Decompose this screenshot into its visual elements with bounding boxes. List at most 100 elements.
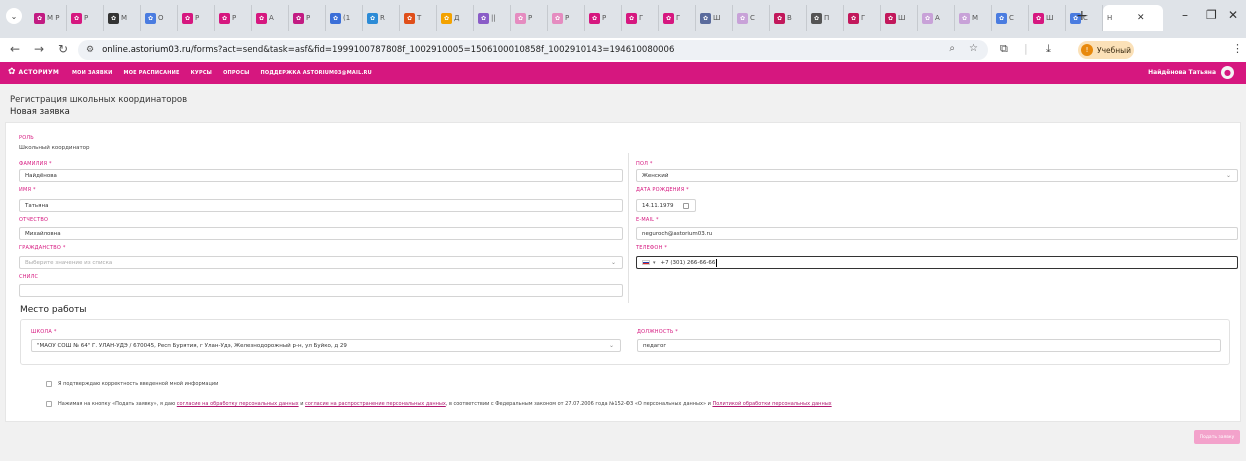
download-icon[interactable]: ⤓ bbox=[1046, 42, 1051, 56]
tab-title: А bbox=[935, 14, 940, 22]
consent-prefix: Нажимая на кнопку «Подать заявку», я даю bbox=[58, 401, 176, 407]
name-label-text: ИМЯ bbox=[19, 187, 32, 193]
gender-select[interactable]: Женский ⌄ bbox=[636, 169, 1238, 182]
citizenship-label: ГРАЖДАНСТВО * bbox=[19, 245, 66, 251]
browser-tab[interactable]: ✿ Р bbox=[548, 5, 585, 31]
menu-courses[interactable]: КУРСЫ bbox=[191, 70, 212, 76]
position-input[interactable]: педагог bbox=[637, 339, 1221, 352]
name-input[interactable]: Татьяна bbox=[19, 199, 623, 212]
zoom-icon[interactable]: ⌕ bbox=[949, 43, 955, 54]
tab-title: (1 bbox=[343, 14, 351, 22]
confirm-row: Я подтверждаю корректность введенной мно… bbox=[46, 381, 218, 387]
browser-tab[interactable]: ✿ Ш bbox=[696, 5, 733, 31]
browser-tab[interactable]: ✿ Р bbox=[585, 5, 622, 31]
new-tab-button[interactable]: + bbox=[1076, 8, 1088, 24]
position-label: ДОЛЖНОСТЬ * bbox=[637, 329, 678, 335]
browser-tab[interactable]: ✿ В bbox=[770, 5, 807, 31]
page-title: Новая заявка bbox=[10, 107, 70, 117]
personal-data-processing-link[interactable]: согласие на обработку персональных данны… bbox=[177, 401, 299, 407]
browser-tab[interactable]: ✿ Г bbox=[622, 5, 659, 31]
tab-favicon-icon: ✿ bbox=[737, 12, 748, 24]
browser-tab[interactable]: ✿ С bbox=[733, 5, 770, 31]
browser-tab[interactable]: ✿ || bbox=[474, 5, 511, 31]
extensions-icon[interactable]: ⧉ bbox=[1000, 42, 1008, 56]
tab-title: П bbox=[824, 14, 830, 22]
browser-tab[interactable]: ✿ Ш bbox=[1029, 5, 1066, 31]
snils-input[interactable] bbox=[19, 284, 623, 297]
email-input[interactable]: neguroch@astorium03.ru bbox=[636, 227, 1238, 240]
user-name: Найдёнова Татьяна bbox=[1148, 69, 1216, 76]
tab-favicon-icon: ✿ bbox=[663, 12, 674, 24]
browser-tab[interactable]: ✿ М Р bbox=[30, 5, 67, 31]
calendar-icon[interactable] bbox=[683, 203, 689, 209]
restore-icon[interactable]: ❐ bbox=[1206, 8, 1217, 22]
confirm-checkbox[interactable] bbox=[46, 381, 52, 387]
tab-title: Ш bbox=[1046, 14, 1054, 22]
email-label-text: E-MAIL bbox=[636, 217, 655, 223]
tab-favicon-icon: ✿ bbox=[811, 12, 822, 24]
browser-tab[interactable]: ✿ А bbox=[918, 5, 955, 31]
tab-title: Г bbox=[639, 14, 644, 22]
tab-favicon-icon: ✿ bbox=[478, 12, 489, 24]
breadcrumb: Регистрация школьных координаторов bbox=[10, 95, 188, 105]
profile-chip[interactable]: ! Учебный bbox=[1078, 41, 1134, 59]
browser-tab[interactable]: ✿ П bbox=[807, 5, 844, 31]
phone-label: ТЕЛЕФОН * bbox=[636, 245, 667, 251]
citizenship-select[interactable]: Выберите значение из списка ⌄ bbox=[19, 256, 623, 269]
privacy-policy-link[interactable]: Политикой обработки персональных данных bbox=[712, 401, 831, 407]
browser-tab[interactable]: ✿ М bbox=[104, 5, 141, 31]
required-mark: * bbox=[32, 187, 36, 193]
birthdate-label: ДАТА РОЖДЕНИЯ * bbox=[636, 187, 689, 193]
browser-tab[interactable]: ✿ Г bbox=[844, 5, 881, 31]
menu-my-applications[interactable]: МОИ ЗАЯВКИ bbox=[72, 70, 113, 76]
tab-close-icon[interactable]: ✕ bbox=[1137, 13, 1145, 23]
back-arrow-icon[interactable]: ← bbox=[10, 42, 20, 56]
browser-tab[interactable]: ✿ Р bbox=[215, 5, 252, 31]
submit-button[interactable]: Подать заявку bbox=[1194, 430, 1240, 444]
browser-tab[interactable]: ✿ Т bbox=[400, 5, 437, 31]
surname-input[interactable]: Найдёнова bbox=[19, 169, 623, 182]
address-bar[interactable]: ⚙ online.astorium03.ru/forms?act=send&ta… bbox=[78, 40, 988, 60]
patronymic-input[interactable]: Михайловна bbox=[19, 227, 623, 240]
birthdate-input[interactable]: 14.11.1979 bbox=[636, 199, 696, 212]
school-select[interactable]: "МАОУ СОШ № 64" Г. УЛАН-УДЭ / 670045, Ре… bbox=[31, 339, 621, 352]
gender-label-text: ПОЛ bbox=[636, 161, 649, 167]
browser-menu-icon[interactable]: ⋮ bbox=[1232, 42, 1243, 55]
menu-support[interactable]: ПОДДЕРЖКА ASTORIUM03@MAIL.RU bbox=[260, 70, 371, 76]
russia-flag-icon[interactable] bbox=[642, 260, 650, 265]
bookmark-star-icon[interactable]: ☆ bbox=[969, 43, 978, 54]
email-label: E-MAIL * bbox=[636, 217, 659, 223]
consent-checkbox[interactable] bbox=[46, 401, 52, 407]
browser-tab[interactable]: ✿ Р bbox=[67, 5, 104, 31]
toolbar-separator: | bbox=[1024, 42, 1028, 55]
minimize-icon[interactable]: – bbox=[1182, 8, 1188, 22]
required-mark: * bbox=[48, 161, 52, 167]
browser-tab[interactable]: ✿ Р bbox=[289, 5, 326, 31]
phone-input[interactable]: ▾ +7 (301) 266-66-66 bbox=[636, 256, 1238, 269]
site-settings-icon[interactable]: ⚙ bbox=[86, 45, 94, 55]
browser-tab[interactable]: ✿ Д bbox=[437, 5, 474, 31]
browser-tab[interactable]: ✿ С bbox=[992, 5, 1029, 31]
menu-surveys[interactable]: ОПРОСЫ bbox=[223, 70, 249, 76]
active-browser-tab[interactable]: Н ✕ bbox=[1103, 5, 1163, 31]
personal-data-distribution-link[interactable]: согласие на распространение персональных… bbox=[305, 401, 446, 407]
tab-search-button[interactable]: ⌄ bbox=[6, 8, 22, 24]
reload-icon[interactable]: ↻ bbox=[58, 42, 68, 56]
gender-value: Женский bbox=[642, 172, 669, 179]
browser-tab[interactable]: ✿ Г bbox=[659, 5, 696, 31]
close-window-icon[interactable]: ✕ bbox=[1228, 8, 1238, 22]
browser-tab[interactable]: ✿ О bbox=[141, 5, 178, 31]
browser-tab[interactable]: ✿ М bbox=[955, 5, 992, 31]
user-menu[interactable]: Найдёнова Татьяна ● bbox=[1148, 66, 1234, 79]
browser-tab[interactable]: ✿ R bbox=[363, 5, 400, 31]
browser-tab[interactable]: ✿ Р bbox=[511, 5, 548, 31]
gender-label: ПОЛ * bbox=[636, 161, 653, 167]
browser-tab[interactable]: ✿ А bbox=[252, 5, 289, 31]
menu-my-schedule[interactable]: МОЕ РАСПИСАНИЕ bbox=[124, 70, 180, 76]
browser-tab[interactable]: ✿ (1 bbox=[326, 5, 363, 31]
browser-tab[interactable]: ✿ Р bbox=[178, 5, 215, 31]
forward-arrow-icon[interactable]: → bbox=[34, 42, 44, 56]
text-caret bbox=[716, 258, 718, 267]
browser-tab[interactable]: ✿ Ш bbox=[881, 5, 918, 31]
site-logo[interactable]: ✿ АСТОРИУМ bbox=[8, 67, 59, 77]
